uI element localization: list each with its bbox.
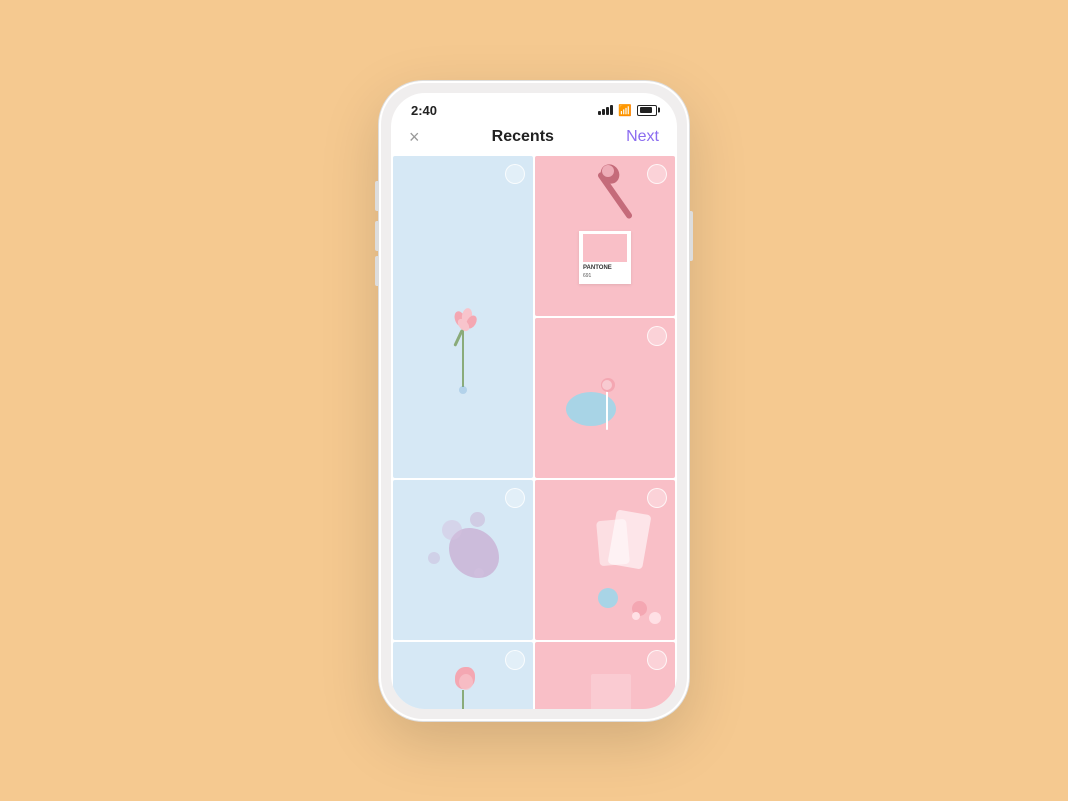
select-circle-4 [505, 488, 525, 508]
select-circle-6 [505, 650, 525, 670]
pantone-number-1: 691 [583, 273, 627, 279]
phone-screen: 2:40 📶 × Recents Next [391, 93, 677, 709]
wifi-icon: 📶 [618, 104, 632, 117]
photo-item-3[interactable] [535, 318, 675, 478]
photo-item-6[interactable]: PANTONE 16-1811 Candy Pink [393, 642, 533, 709]
nav-bar: × Recents Next [391, 124, 677, 154]
photo-item-7[interactable] [535, 642, 675, 709]
select-circle-5 [647, 488, 667, 508]
battery-icon [637, 105, 657, 116]
photo-item-2[interactable]: PANTONE 691 [535, 156, 675, 316]
status-bar: 2:40 📶 [391, 93, 677, 124]
phone-mockup: 2:40 📶 × Recents Next [379, 81, 689, 721]
photo-item-4[interactable] [393, 480, 533, 640]
close-button[interactable]: × [409, 128, 420, 146]
photo-item-5[interactable] [535, 480, 675, 640]
select-circle-2 [647, 164, 667, 184]
select-circle-3 [647, 326, 667, 346]
signal-icon [598, 105, 613, 115]
pantone-label-1: PANTONE [583, 265, 627, 273]
photo-item-1[interactable] [393, 156, 533, 478]
select-circle-7 [647, 650, 667, 670]
photo-grid: PANTONE 691 [391, 154, 677, 709]
select-circle-1 [505, 164, 525, 184]
status-time: 2:40 [411, 103, 437, 118]
status-icons: 📶 [598, 104, 657, 117]
next-button[interactable]: Next [626, 128, 659, 146]
page-title: Recents [492, 128, 554, 146]
